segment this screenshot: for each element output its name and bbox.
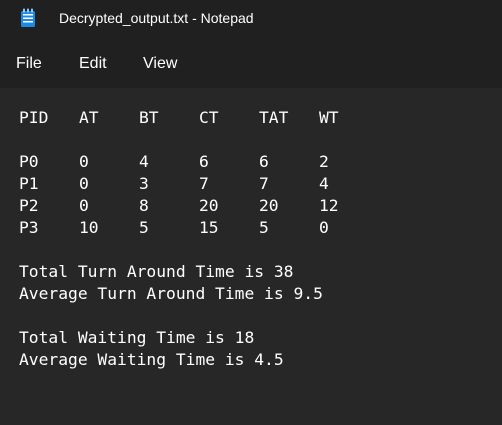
row-p3-at: 10 bbox=[79, 218, 99, 237]
menu-file[interactable]: File bbox=[16, 54, 42, 74]
row-p2-at: 0 bbox=[79, 196, 89, 215]
header-bt: BT bbox=[139, 108, 159, 127]
row-p3-pid: P3 bbox=[19, 218, 39, 237]
total-turnaround-time: Total Turn Around Time is 38 bbox=[19, 262, 294, 281]
row-p0-bt: 4 bbox=[139, 152, 149, 171]
row-p0-tat: 6 bbox=[259, 152, 269, 171]
row-p3-bt: 5 bbox=[139, 218, 149, 237]
header-tat: TAT bbox=[259, 108, 289, 127]
row-p2-bt: 8 bbox=[139, 196, 149, 215]
row-p0-pid: P0 bbox=[19, 152, 39, 171]
row-p1-at: 0 bbox=[79, 174, 89, 193]
row-p2-tat: 20 bbox=[259, 196, 279, 215]
row-p0-wt: 2 bbox=[319, 152, 329, 171]
average-turnaround-time: Average Turn Around Time is 9.5 bbox=[19, 284, 323, 303]
row-p3-wt: 0 bbox=[319, 218, 329, 237]
row-p1-ct: 7 bbox=[199, 174, 209, 193]
header-wt: WT bbox=[319, 108, 339, 127]
row-p2-wt: 12 bbox=[319, 196, 339, 215]
notepad-window: Decrypted_output.txt - Notepad File Edit… bbox=[0, 0, 502, 425]
row-p2-pid: P2 bbox=[19, 196, 39, 215]
row-p2-ct: 20 bbox=[199, 196, 219, 215]
menu-edit[interactable]: Edit bbox=[79, 54, 107, 74]
row-p1-bt: 3 bbox=[139, 174, 149, 193]
average-waiting-time: Average Waiting Time is 4.5 bbox=[19, 350, 284, 369]
menu-bar: File Edit View bbox=[0, 36, 502, 88]
header-at: AT bbox=[79, 108, 99, 127]
row-p3-ct: 15 bbox=[199, 218, 219, 237]
window-title: Decrypted_output.txt - Notepad bbox=[59, 10, 254, 26]
row-p1-wt: 4 bbox=[319, 174, 329, 193]
header-ct: CT bbox=[199, 108, 219, 127]
row-p0-ct: 6 bbox=[199, 152, 209, 171]
row-p3-tat: 5 bbox=[259, 218, 269, 237]
title-bar[interactable]: Decrypted_output.txt - Notepad bbox=[0, 0, 502, 36]
total-waiting-time: Total Waiting Time is 18 bbox=[19, 328, 255, 347]
row-p1-pid: P1 bbox=[19, 174, 39, 193]
text-editor[interactable]: PID AT BT CT TAT WT P0 0 4 6 6 2 P1 0 3 … bbox=[0, 88, 502, 425]
menu-view[interactable]: View bbox=[143, 54, 177, 74]
row-p1-tat: 7 bbox=[259, 174, 269, 193]
header-pid: PID bbox=[19, 108, 49, 127]
notepad-icon bbox=[21, 8, 35, 27]
row-p0-at: 0 bbox=[79, 152, 89, 171]
